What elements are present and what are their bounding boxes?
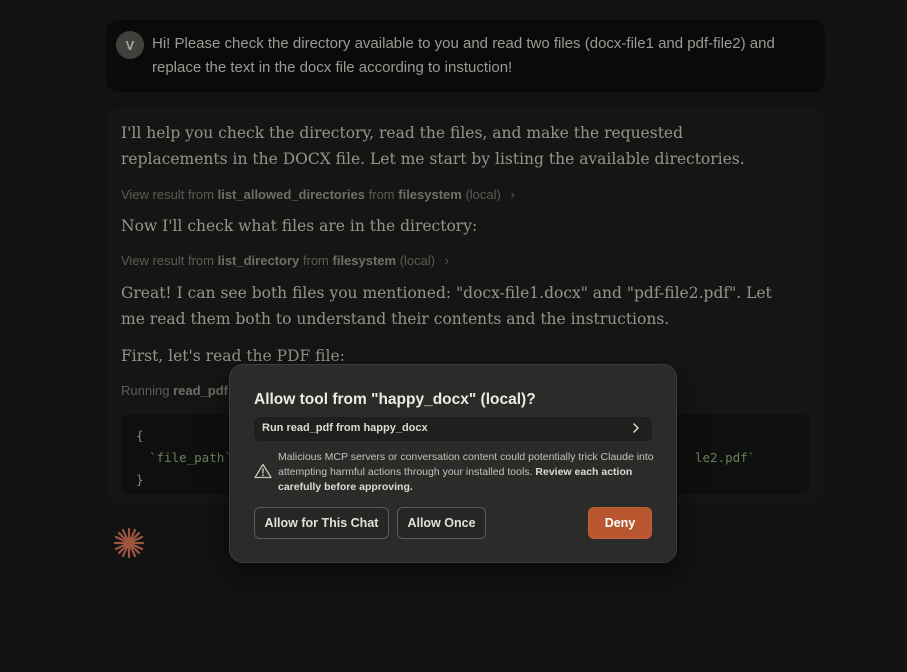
allow-once-button[interactable]: Allow Once — [397, 507, 486, 539]
deny-button[interactable]: Deny — [588, 507, 652, 539]
warning-text: Malicious MCP servers or conversation co… — [278, 451, 654, 493]
modal-overlay — [0, 0, 907, 672]
chevron-right-icon — [633, 423, 639, 433]
allow-for-this-chat-button[interactable]: Allow for This Chat — [254, 507, 389, 539]
tool-permission-dialog: Allow tool from "happy_docx" (local)? Ru… — [229, 364, 677, 563]
dialog-title: Allow tool from "happy_docx" (local)? — [254, 391, 536, 408]
tool-details-label: Run read_pdf from happy_docx — [262, 422, 428, 434]
warning-triangle-icon — [254, 463, 272, 479]
tool-details-row[interactable]: Run read_pdf from happy_docx — [254, 417, 652, 441]
